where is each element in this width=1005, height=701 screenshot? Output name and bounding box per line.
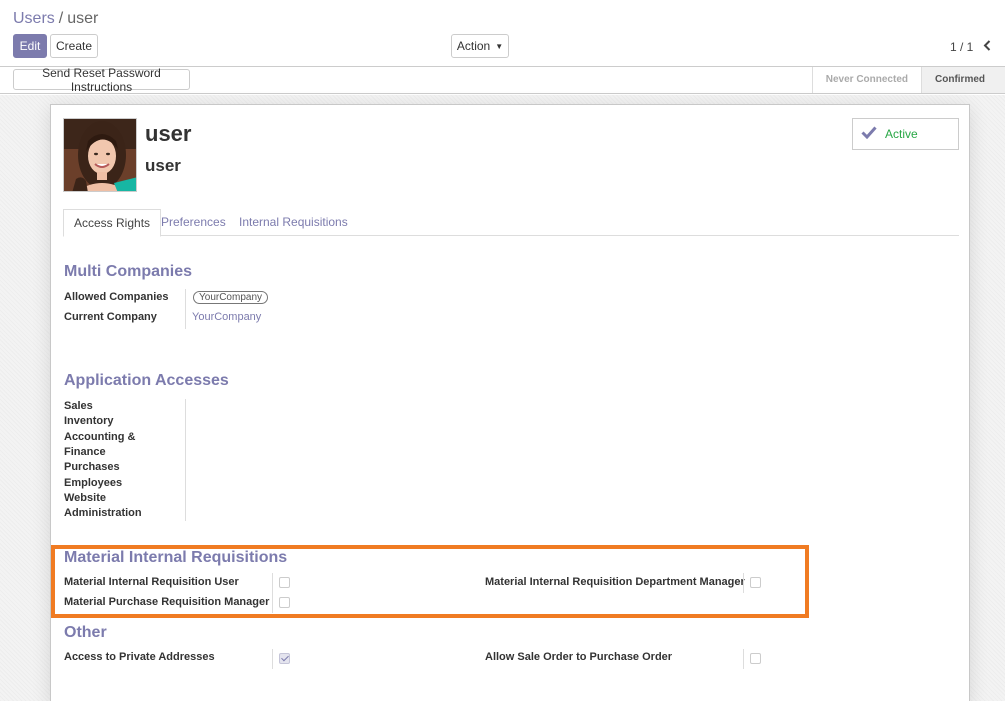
field-divider (272, 649, 273, 669)
action-dropdown[interactable]: Action ▼ (451, 34, 509, 58)
tab-preferences[interactable]: Preferences (151, 209, 236, 237)
field-divider (185, 399, 186, 521)
allow-sale-to-purchase-checkbox[interactable] (750, 653, 761, 664)
allowed-companies-label: Allowed Companies (64, 291, 169, 303)
caret-down-icon: ▼ (495, 41, 504, 51)
app-access-finance-label: Finance (64, 446, 106, 458)
breadcrumb: Users / user (13, 10, 98, 28)
stage-never-connected: Never Connected (811, 67, 921, 93)
chevron-left-icon[interactable] (980, 37, 994, 53)
allow-sale-to-purchase-label: Allow Sale Order to Purchase Order (485, 651, 673, 663)
field-divider (185, 289, 186, 329)
user-avatar[interactable] (63, 118, 137, 192)
field-divider (743, 649, 744, 669)
send-reset-password-button[interactable]: Send Reset Password Instructions (13, 66, 190, 94)
current-company-label: Current Company (64, 311, 157, 323)
action-label: Action (456, 39, 491, 53)
app-access-administration-label: Administration (64, 507, 142, 519)
current-company-value[interactable]: YourCompany (192, 311, 261, 323)
app-access-website-label: Website (64, 492, 106, 504)
app-access-accounting-label: Accounting & (64, 431, 136, 443)
stage-indicator: Never Connected Confirmed (811, 67, 1005, 93)
active-label: Active (885, 127, 918, 141)
breadcrumb-users-link[interactable]: Users (13, 10, 55, 27)
app-access-inventory-label: Inventory (64, 415, 114, 427)
access-private-addresses-label: Access to Private Addresses (64, 651, 215, 663)
section-title-other: Other (64, 624, 107, 641)
section-title-multi-companies: Multi Companies (64, 263, 193, 280)
control-panel: Users / user Edit Create Action ▼ 1 / 1 (0, 0, 1005, 67)
tab-access-rights[interactable]: Access Rights (63, 209, 162, 237)
app-access-purchases-label: Purchases (64, 461, 120, 473)
pager-value[interactable]: 1 / 1 (950, 40, 973, 54)
allowed-company-tag[interactable]: YourCompany (193, 291, 269, 304)
app-access-sales-label: Sales (64, 400, 93, 412)
highlight-annotation-box (51, 545, 809, 618)
access-private-addresses-checkbox[interactable] (279, 653, 290, 664)
stage-confirmed: Confirmed (921, 67, 1005, 93)
edit-button[interactable]: Edit (13, 34, 47, 58)
checkmark-icon (861, 126, 877, 142)
breadcrumb-current: user (67, 10, 99, 27)
notebook-tabs: Access Rights Preferences Internal Requi… (63, 209, 959, 237)
user-name-title: user (145, 121, 192, 146)
section-title-application-accesses: Application Accesses (64, 372, 229, 389)
breadcrumb-separator: / (58, 10, 64, 27)
user-login: user (145, 156, 181, 175)
app-access-employees-label: Employees (64, 477, 123, 489)
status-bar: Send Reset Password Instructions Never C… (0, 66, 1005, 94)
tab-internal-requisitions[interactable]: Internal Requisitions (229, 209, 358, 237)
create-button[interactable]: Create (50, 34, 98, 58)
active-toggle-button[interactable]: Active (852, 118, 959, 150)
